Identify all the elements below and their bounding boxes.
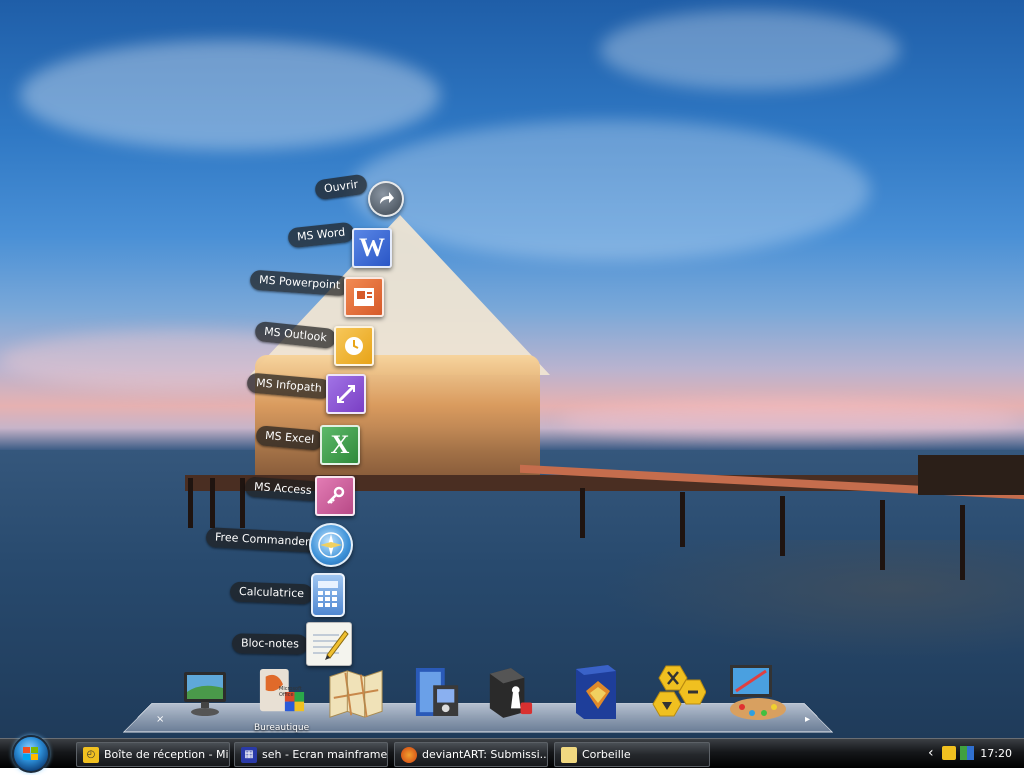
map-icon[interactable] xyxy=(328,668,384,720)
outlook-small-icon: ◴ xyxy=(83,746,99,763)
wallpaper-building xyxy=(255,355,540,480)
dock-scroll-right-icon[interactable]: ▸ xyxy=(805,714,810,725)
dock-close-icon[interactable]: × xyxy=(156,714,164,725)
excel-icon[interactable]: X xyxy=(320,425,360,465)
open-arrow-icon[interactable] xyxy=(368,181,404,217)
tools-icon[interactable] xyxy=(646,665,706,718)
clock[interactable]: 17:20 xyxy=(980,747,1012,760)
wallpaper-post xyxy=(580,488,585,538)
calculator-icon[interactable] xyxy=(311,573,345,617)
stack-label-calculatrice[interactable]: Calculatrice xyxy=(229,581,314,605)
start-button[interactable] xyxy=(12,735,50,773)
windows-logo-icon xyxy=(23,747,38,760)
computer-icon[interactable] xyxy=(181,668,229,720)
firefox-small-icon xyxy=(401,746,417,763)
notepad-icon[interactable] xyxy=(306,622,352,666)
dock-caption-bureautique: Bureautique xyxy=(254,723,310,733)
wallpaper-post xyxy=(960,505,965,580)
blue-book-icon[interactable] xyxy=(572,665,620,719)
wallpaper-cloud xyxy=(600,10,900,90)
office-box-label: Microsoft Office xyxy=(279,686,302,698)
taskbar-button-firefox[interactable]: deviantART: Submissi... xyxy=(394,742,548,767)
wallpaper-post xyxy=(188,478,193,528)
desktop[interactable]: Ouvrir MS Word W MS Powerpoint MS Outloo… xyxy=(0,0,1024,738)
taskbar-button-inbox[interactable]: ◴ Boîte de réception - Mi... xyxy=(76,742,230,767)
wallpaper-cloud xyxy=(20,40,440,150)
outlook-tray-icon[interactable] xyxy=(942,746,956,760)
outlook-icon[interactable] xyxy=(334,326,374,366)
taskbar-button-terminal[interactable]: ▦ seh - Ecran mainframe... xyxy=(234,742,388,767)
tray-expand-icon[interactable]: ‹ xyxy=(928,745,934,761)
infopath-icon[interactable] xyxy=(326,374,366,414)
games-icon[interactable] xyxy=(486,666,534,718)
access-icon[interactable] xyxy=(315,476,355,516)
media-folder-icon[interactable] xyxy=(414,666,462,718)
paint-icon[interactable] xyxy=(724,665,786,720)
network-tray-icon[interactable] xyxy=(960,746,974,760)
taskbar-button-label: seh - Ecran mainframe... xyxy=(262,748,388,761)
word-icon[interactable]: W xyxy=(352,228,392,268)
wallpaper-post xyxy=(210,478,215,528)
taskbar-button-label: Boîte de réception - Mi... xyxy=(104,748,230,761)
compass-icon[interactable] xyxy=(309,523,353,567)
taskbar-button-label: Corbeille xyxy=(582,748,631,761)
taskbar-button-recycle-bin[interactable]: Corbeille xyxy=(554,742,710,767)
folder-small-icon xyxy=(561,746,577,763)
wallpaper-hut xyxy=(918,455,1024,495)
wallpaper-post xyxy=(880,500,885,570)
taskbar: ◴ Boîte de réception - Mi... ▦ seh - Ecr… xyxy=(0,735,1024,773)
taskbar-button-label: deviantART: Submissi... xyxy=(422,748,548,761)
stack-label-bloc-notes[interactable]: Bloc-notes xyxy=(231,633,309,655)
wallpaper-post xyxy=(680,492,685,547)
powerpoint-icon[interactable] xyxy=(344,277,384,317)
terminal-small-icon: ▦ xyxy=(241,746,257,763)
wallpaper-post xyxy=(780,496,785,556)
wallpaper-cloud xyxy=(560,400,1020,440)
